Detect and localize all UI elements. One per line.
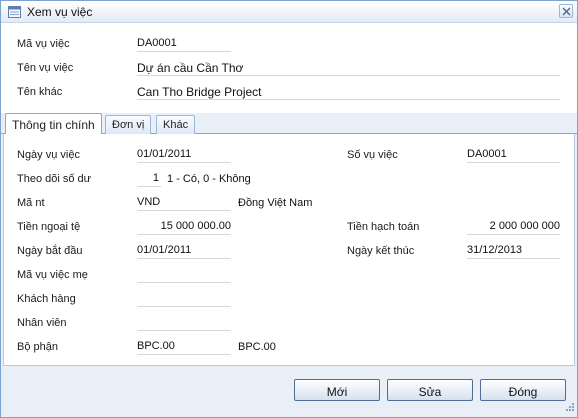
window-title: Xem vụ việc <box>27 5 93 19</box>
form-icon <box>8 6 21 18</box>
title-bar: Xem vụ việc <box>1 1 577 23</box>
case-date-label: Ngày vụ việc <box>17 149 80 161</box>
department-label: Bộ phận <box>17 341 58 353</box>
track-balance-hint: 1 - Có, 0 - Không <box>167 173 251 185</box>
other-name-field[interactable]: Can Tho Bridge Project <box>137 84 560 100</box>
start-date-label: Ngày bắt đầu <box>17 245 83 257</box>
case-number-field[interactable]: DA0001 <box>467 147 560 163</box>
new-button[interactable]: Mới <box>294 379 380 401</box>
accounting-amount-field[interactable]: 2 000 000 000 <box>467 219 560 235</box>
other-name-label: Tên khác <box>17 86 63 98</box>
employee-label: Nhân viên <box>17 317 67 329</box>
view-case-window: Xem vụ việc Mã vụ việc DA0001 Tên vụ việ… <box>0 0 578 418</box>
tab-strip: Thông tin chính Đơn vị Khác <box>1 113 577 135</box>
customer-field[interactable] <box>137 291 231 307</box>
resize-grip-icon[interactable] <box>565 402 575 415</box>
new-button-label: Mới <box>326 384 348 399</box>
case-number-label: Số vụ việc <box>347 149 398 161</box>
parent-case-field[interactable] <box>137 267 231 283</box>
header-panel: Mã vụ việc DA0001 Tên vụ việc Dự án cầu … <box>1 23 577 113</box>
close-button[interactable]: Đóng <box>480 379 566 401</box>
tab-units[interactable]: Đơn vị <box>105 115 152 134</box>
start-date-field[interactable]: 01/01/2011 <box>137 243 231 259</box>
end-date-label: Ngày kết thúc <box>347 245 415 257</box>
employee-field[interactable] <box>137 315 231 331</box>
department-field[interactable]: BPC.00 <box>137 339 231 355</box>
foreign-amount-label: Tiền ngoại tệ <box>17 221 81 233</box>
currency-name: Đồng Việt Nam <box>238 197 313 209</box>
edit-button[interactable]: Sửa <box>387 379 473 401</box>
case-code-field[interactable]: DA0001 <box>137 36 231 52</box>
case-name-field[interactable]: Dự án cầu Cần Thơ <box>137 60 560 76</box>
customer-label: Khách hàng <box>17 293 76 305</box>
currency-code-field[interactable]: VND <box>137 195 231 211</box>
foreign-amount-field[interactable]: 15 000 000.00 <box>137 219 231 235</box>
case-date-field[interactable]: 01/01/2011 <box>137 147 231 163</box>
tab-other[interactable]: Khác <box>156 115 196 134</box>
end-date-field[interactable]: 31/12/2013 <box>467 243 560 259</box>
department-name: BPC.00 <box>238 341 276 353</box>
case-code-label: Mã vụ việc <box>17 38 70 50</box>
parent-case-label: Mã vụ việc mẹ <box>17 269 88 281</box>
tab-main-info[interactable]: Thông tin chính <box>5 113 102 135</box>
edit-button-label: Sửa <box>418 384 442 399</box>
case-name-label: Tên vụ việc <box>17 62 74 74</box>
accounting-amount-label: Tiền hạch toán <box>347 221 420 233</box>
close-icon[interactable] <box>559 4 573 18</box>
track-balance-field[interactable]: 1 <box>137 171 161 187</box>
track-balance-label: Theo dõi số dư <box>17 173 92 185</box>
close-button-label: Đóng <box>508 384 538 399</box>
currency-code-label: Mã nt <box>17 197 45 209</box>
